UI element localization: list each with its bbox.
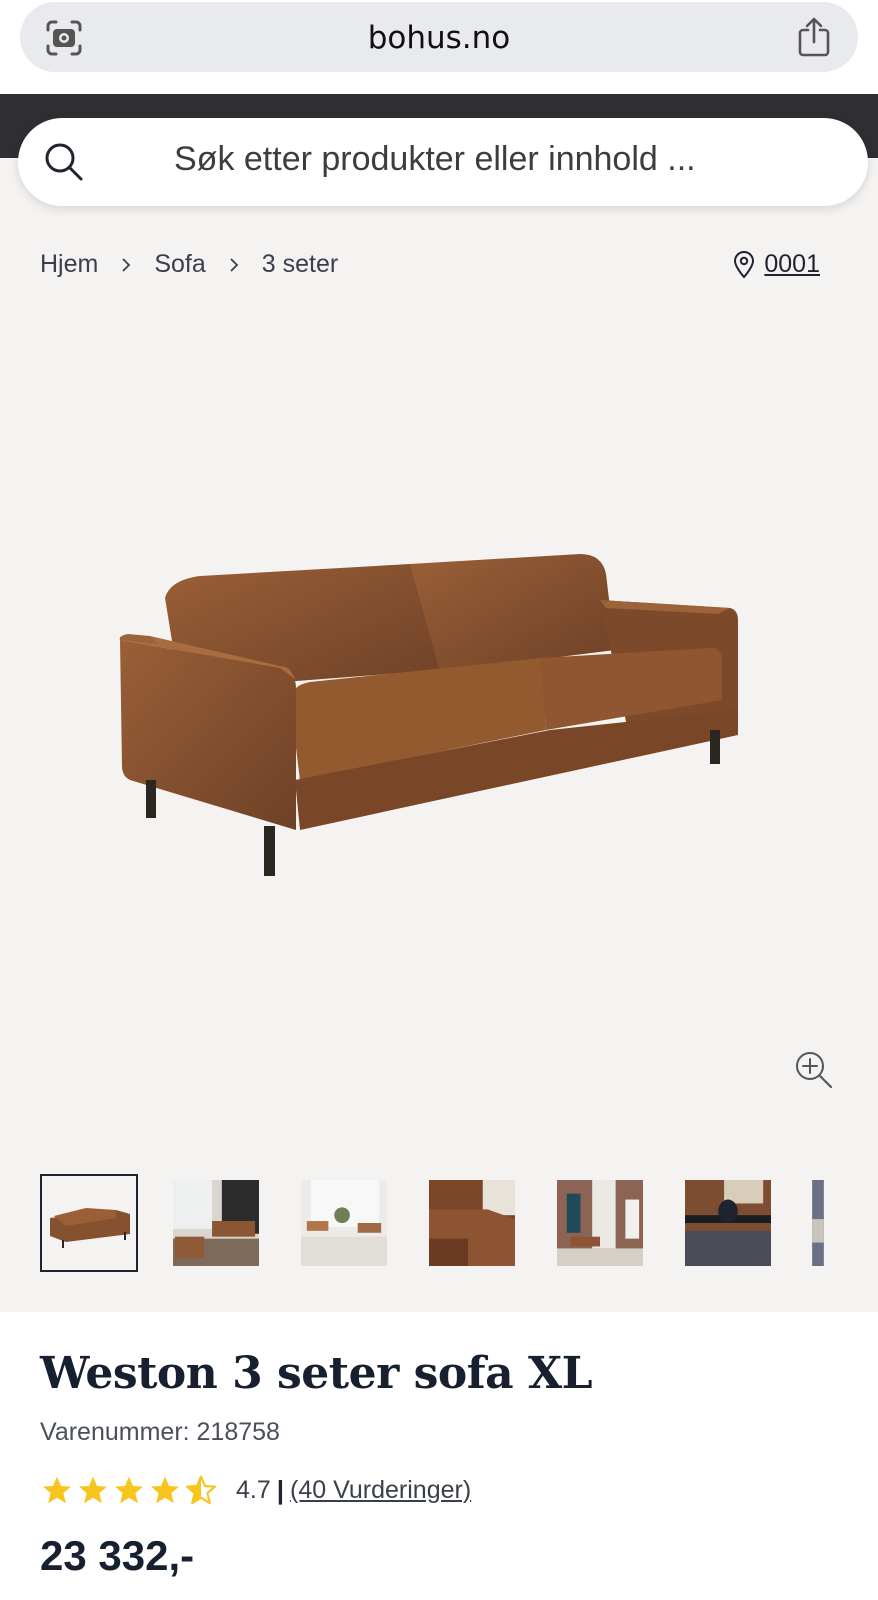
reviews-link[interactable]: (40 Vurderinger) xyxy=(290,1476,471,1505)
star-full-icon xyxy=(43,1476,71,1504)
breadcrumb-item-3-seter[interactable]: 3 seter xyxy=(262,250,338,279)
breadcrumb: Hjem Sofa 3 seter xyxy=(40,250,338,279)
breadcrumb-item-home[interactable]: Hjem xyxy=(40,250,98,279)
store-selector[interactable]: 0001 xyxy=(732,250,820,279)
star-full-icon xyxy=(151,1476,179,1504)
thumbnail-5[interactable] xyxy=(552,1174,650,1272)
store-number[interactable]: 0001 xyxy=(764,250,820,279)
location-pin-icon xyxy=(734,250,755,278)
thumbnail-3[interactable] xyxy=(296,1174,394,1272)
bright-room-thumbnail-image xyxy=(301,1180,387,1266)
rating-separator: | xyxy=(276,1474,285,1505)
thumbnail-2[interactable] xyxy=(168,1174,266,1272)
product-price: 23 332,- xyxy=(40,1532,195,1579)
url-text: bohus.no xyxy=(367,20,511,56)
rating-value: 4.7 xyxy=(236,1475,271,1504)
star-full-icon xyxy=(115,1476,143,1504)
rating-row: 4.7 | (40 Vurderinger) xyxy=(40,1474,471,1506)
thumbnail-6[interactable] xyxy=(680,1174,778,1272)
product-main-image[interactable] xyxy=(110,540,770,890)
thumbnail-7[interactable] xyxy=(808,1174,842,1272)
star-full-icon xyxy=(79,1476,107,1504)
url-field[interactable]: bohus.no xyxy=(20,2,858,72)
partial-thumbnail-image xyxy=(812,1180,824,1266)
breadcrumb-item-sofa[interactable]: Sofa xyxy=(154,250,205,279)
share-icon[interactable] xyxy=(794,16,834,58)
chevron-right-icon xyxy=(122,257,131,272)
search-input[interactable]: Søk etter produkter eller innhold ... xyxy=(18,118,868,206)
coffee-table-thumbnail-image xyxy=(685,1180,771,1266)
product-sku: Varenummer: 218758 xyxy=(40,1418,280,1446)
star-half-icon xyxy=(185,1475,217,1505)
search-placeholder: Søk etter produkter eller innhold ... xyxy=(174,140,696,178)
living-room-thumbnail-image xyxy=(173,1180,259,1266)
sofa-thumbnail-image xyxy=(50,1208,130,1248)
browser-address-bar: bohus.no xyxy=(0,0,878,94)
thumbnail-strip xyxy=(40,1174,842,1274)
chevron-right-icon xyxy=(230,257,239,272)
star-rating xyxy=(40,1474,220,1506)
product-info: Weston 3 seter sofa XL Varenummer: 21875… xyxy=(0,1312,878,1600)
search-icon xyxy=(45,143,83,181)
fireplace-room-thumbnail-image xyxy=(557,1180,643,1266)
thumbnail-1[interactable] xyxy=(40,1174,138,1272)
armrest-thumbnail-image xyxy=(429,1180,515,1266)
thumbnail-4[interactable] xyxy=(424,1174,522,1272)
zoom-in-icon[interactable] xyxy=(794,1050,834,1090)
product-title: Weston 3 seter sofa XL xyxy=(40,1348,593,1399)
